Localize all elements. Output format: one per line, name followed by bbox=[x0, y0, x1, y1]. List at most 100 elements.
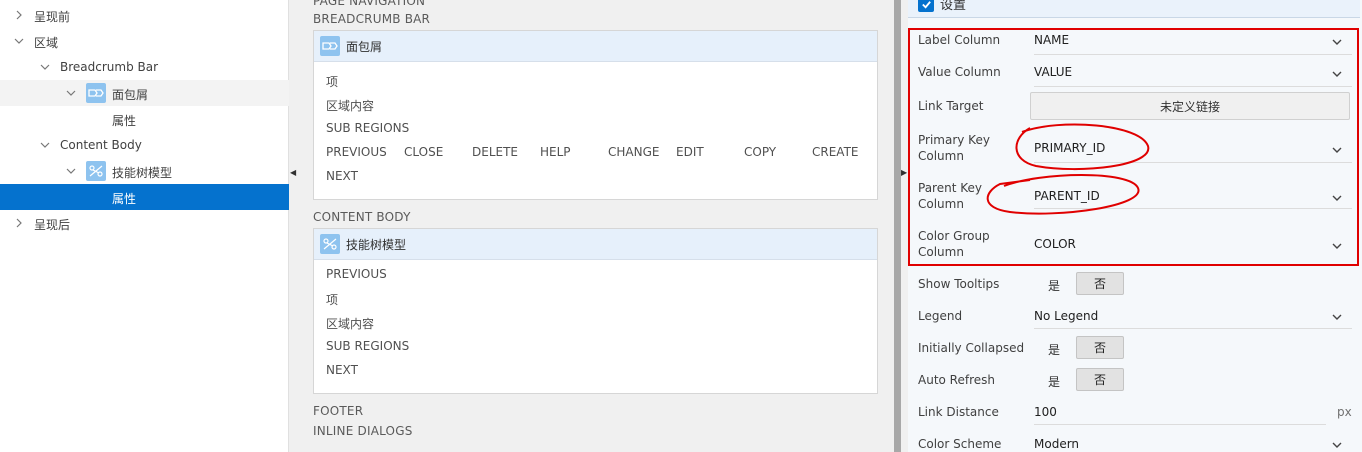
tree-node-regions[interactable]: 区域 bbox=[0, 28, 289, 54]
value-column-label: Value Column bbox=[918, 65, 1001, 79]
tree-node-label: 呈现后 bbox=[34, 218, 71, 232]
region-header[interactable]: 面包屑 bbox=[314, 31, 877, 62]
position-items[interactable]: 项 bbox=[326, 291, 338, 308]
legend-select[interactable]: No Legend bbox=[1034, 309, 1098, 323]
tree-node-label: 区域 bbox=[34, 36, 59, 50]
chevron-down-icon[interactable] bbox=[65, 87, 77, 99]
chevron-right-icon[interactable] bbox=[13, 217, 25, 229]
chevron-down-icon[interactable] bbox=[1332, 311, 1342, 321]
position-region-content[interactable]: 区域内容 bbox=[326, 315, 374, 332]
position-next[interactable]: NEXT bbox=[326, 363, 358, 377]
position-close[interactable]: CLOSE bbox=[404, 145, 443, 159]
section-footer: FOOTER bbox=[313, 404, 364, 418]
section-content-body: CONTENT BODY bbox=[313, 210, 411, 224]
tree-node-after-render[interactable]: 呈现后 bbox=[0, 210, 289, 236]
position-copy[interactable]: COPY bbox=[744, 145, 776, 159]
link-target-button[interactable]: 未定义链接 bbox=[1030, 92, 1350, 120]
skill-tree-region-card[interactable]: 技能树模型 PREVIOUS 项 区域内容 SUB REGIONS NEXT bbox=[313, 228, 878, 394]
tree-node-breadcrumb-bar[interactable]: Breadcrumb Bar bbox=[0, 54, 289, 80]
tree-node-breadcrumb-region[interactable]: 面包屑 bbox=[0, 80, 289, 106]
chevron-down-icon[interactable] bbox=[1332, 144, 1342, 154]
input-underline bbox=[1034, 424, 1326, 425]
label-column-select[interactable]: NAME bbox=[1034, 33, 1069, 47]
chevron-down-icon[interactable] bbox=[39, 61, 51, 73]
property-editor: 设置 Label Column NAME Value Column VALUE … bbox=[908, 0, 1362, 452]
auto-refresh-label: Auto Refresh bbox=[918, 373, 995, 387]
rendering-tree: 呈现前 区域 Breadcrumb Bar 面包屑 属性 Content Bod… bbox=[0, 0, 289, 452]
chevron-down-icon[interactable] bbox=[65, 165, 77, 177]
tree-node-label: 呈现前 bbox=[34, 10, 71, 24]
page-designer: 呈现前 区域 Breadcrumb Bar 面包屑 属性 Content Bod… bbox=[0, 0, 1362, 452]
select-underline bbox=[1034, 54, 1352, 55]
link-distance-unit: px bbox=[1337, 405, 1352, 419]
chevron-down-icon[interactable] bbox=[1332, 192, 1342, 202]
initially-collapsed-no[interactable]: 否 bbox=[1076, 336, 1124, 359]
position-change[interactable]: CHANGE bbox=[608, 145, 659, 159]
chevron-down-icon[interactable] bbox=[1332, 439, 1342, 449]
position-region-content[interactable]: 区域内容 bbox=[326, 97, 374, 114]
link-distance-label: Link Distance bbox=[918, 405, 999, 419]
splitter-left[interactable]: ◀ bbox=[289, 0, 297, 452]
settings-group-header[interactable]: 设置 bbox=[908, 0, 1360, 18]
region-title: 技能树模型 bbox=[346, 237, 407, 252]
label-column-label: Label Column bbox=[918, 33, 1001, 47]
link-target-label: Link Target bbox=[918, 99, 984, 113]
tree-node-label: 属性 bbox=[112, 114, 137, 128]
select-underline bbox=[1034, 162, 1352, 163]
tree-chart-icon bbox=[320, 234, 340, 254]
position-delete[interactable]: DELETE bbox=[472, 145, 518, 159]
auto-refresh-yes[interactable]: 是 bbox=[1048, 373, 1060, 390]
show-tooltips-no[interactable]: 否 bbox=[1076, 272, 1124, 295]
chevron-down-icon[interactable] bbox=[13, 35, 25, 47]
tree-node-breadcrumb-attributes[interactable]: 属性 bbox=[0, 106, 289, 132]
parent-key-column-select[interactable]: PARENT_ID bbox=[1034, 189, 1100, 203]
position-sub-regions[interactable]: SUB REGIONS bbox=[326, 339, 409, 353]
select-underline bbox=[1034, 208, 1352, 209]
color-scheme-label: Color Scheme bbox=[918, 437, 1002, 451]
position-sub-regions[interactable]: SUB REGIONS bbox=[326, 121, 409, 135]
position-next[interactable]: NEXT bbox=[326, 169, 358, 183]
tree-node-label: Content Body bbox=[60, 138, 142, 152]
position-previous[interactable]: PREVIOUS bbox=[326, 145, 387, 159]
initially-collapsed-label: Initially Collapsed bbox=[918, 341, 1025, 355]
position-create[interactable]: CREATE bbox=[812, 145, 859, 159]
tree-node-label: 面包屑 bbox=[112, 88, 149, 102]
color-group-column-select[interactable]: COLOR bbox=[1034, 237, 1076, 251]
region-title: 面包屑 bbox=[346, 39, 383, 54]
breadcrumb-icon bbox=[86, 83, 106, 103]
initially-collapsed-yes[interactable]: 是 bbox=[1048, 341, 1060, 358]
splitter-right[interactable]: ▶ bbox=[901, 0, 908, 452]
position-items[interactable]: 项 bbox=[326, 73, 338, 90]
position-previous[interactable]: PREVIOUS bbox=[326, 267, 387, 281]
layout-panel: PAGE NAVIGATION BREADCRUMB BAR 面包屑 项 区域内… bbox=[297, 0, 894, 452]
tree-node-skill-tree-region[interactable]: 技能树模型 bbox=[0, 158, 289, 184]
chevron-down-icon[interactable] bbox=[1332, 36, 1342, 46]
position-help[interactable]: HELP bbox=[540, 145, 571, 159]
tree-node-content-body[interactable]: Content Body bbox=[0, 132, 289, 158]
scrollbar[interactable] bbox=[894, 0, 901, 452]
color-scheme-select[interactable]: Modern bbox=[1034, 437, 1079, 451]
region-header[interactable]: 技能树模型 bbox=[314, 229, 877, 260]
position-edit[interactable]: EDIT bbox=[676, 145, 704, 159]
collapse-left-icon[interactable]: ◀ bbox=[290, 169, 296, 177]
collapse-check-icon[interactable] bbox=[918, 0, 934, 12]
chevron-right-icon[interactable] bbox=[13, 9, 25, 21]
show-tooltips-yes[interactable]: 是 bbox=[1048, 277, 1060, 294]
section-breadcrumb-bar: BREADCRUMB BAR bbox=[313, 12, 431, 26]
chevron-down-icon[interactable] bbox=[1332, 68, 1342, 78]
tree-node-before-render[interactable]: 呈现前 bbox=[0, 2, 289, 28]
link-distance-input[interactable]: 100 bbox=[1034, 405, 1057, 419]
chevron-down-icon[interactable] bbox=[1332, 240, 1342, 250]
collapse-right-icon[interactable]: ▶ bbox=[901, 169, 907, 177]
color-group-column-label: Color Group Column bbox=[918, 229, 990, 259]
breadcrumb-icon bbox=[320, 36, 340, 56]
section-page-navigation: PAGE NAVIGATION bbox=[313, 0, 426, 8]
primary-key-column-select[interactable]: PRIMARY_ID bbox=[1034, 141, 1105, 155]
auto-refresh-no[interactable]: 否 bbox=[1076, 368, 1124, 391]
chevron-down-icon[interactable] bbox=[39, 139, 51, 151]
group-title: 设置 bbox=[940, 0, 967, 13]
tree-node-label: Breadcrumb Bar bbox=[60, 60, 159, 74]
breadcrumb-region-card[interactable]: 面包屑 项 区域内容 SUB REGIONS PREVIOUS CLOSE DE… bbox=[313, 30, 878, 200]
tree-node-skill-tree-attributes[interactable]: 属性 bbox=[0, 184, 289, 210]
value-column-select[interactable]: VALUE bbox=[1034, 65, 1072, 79]
